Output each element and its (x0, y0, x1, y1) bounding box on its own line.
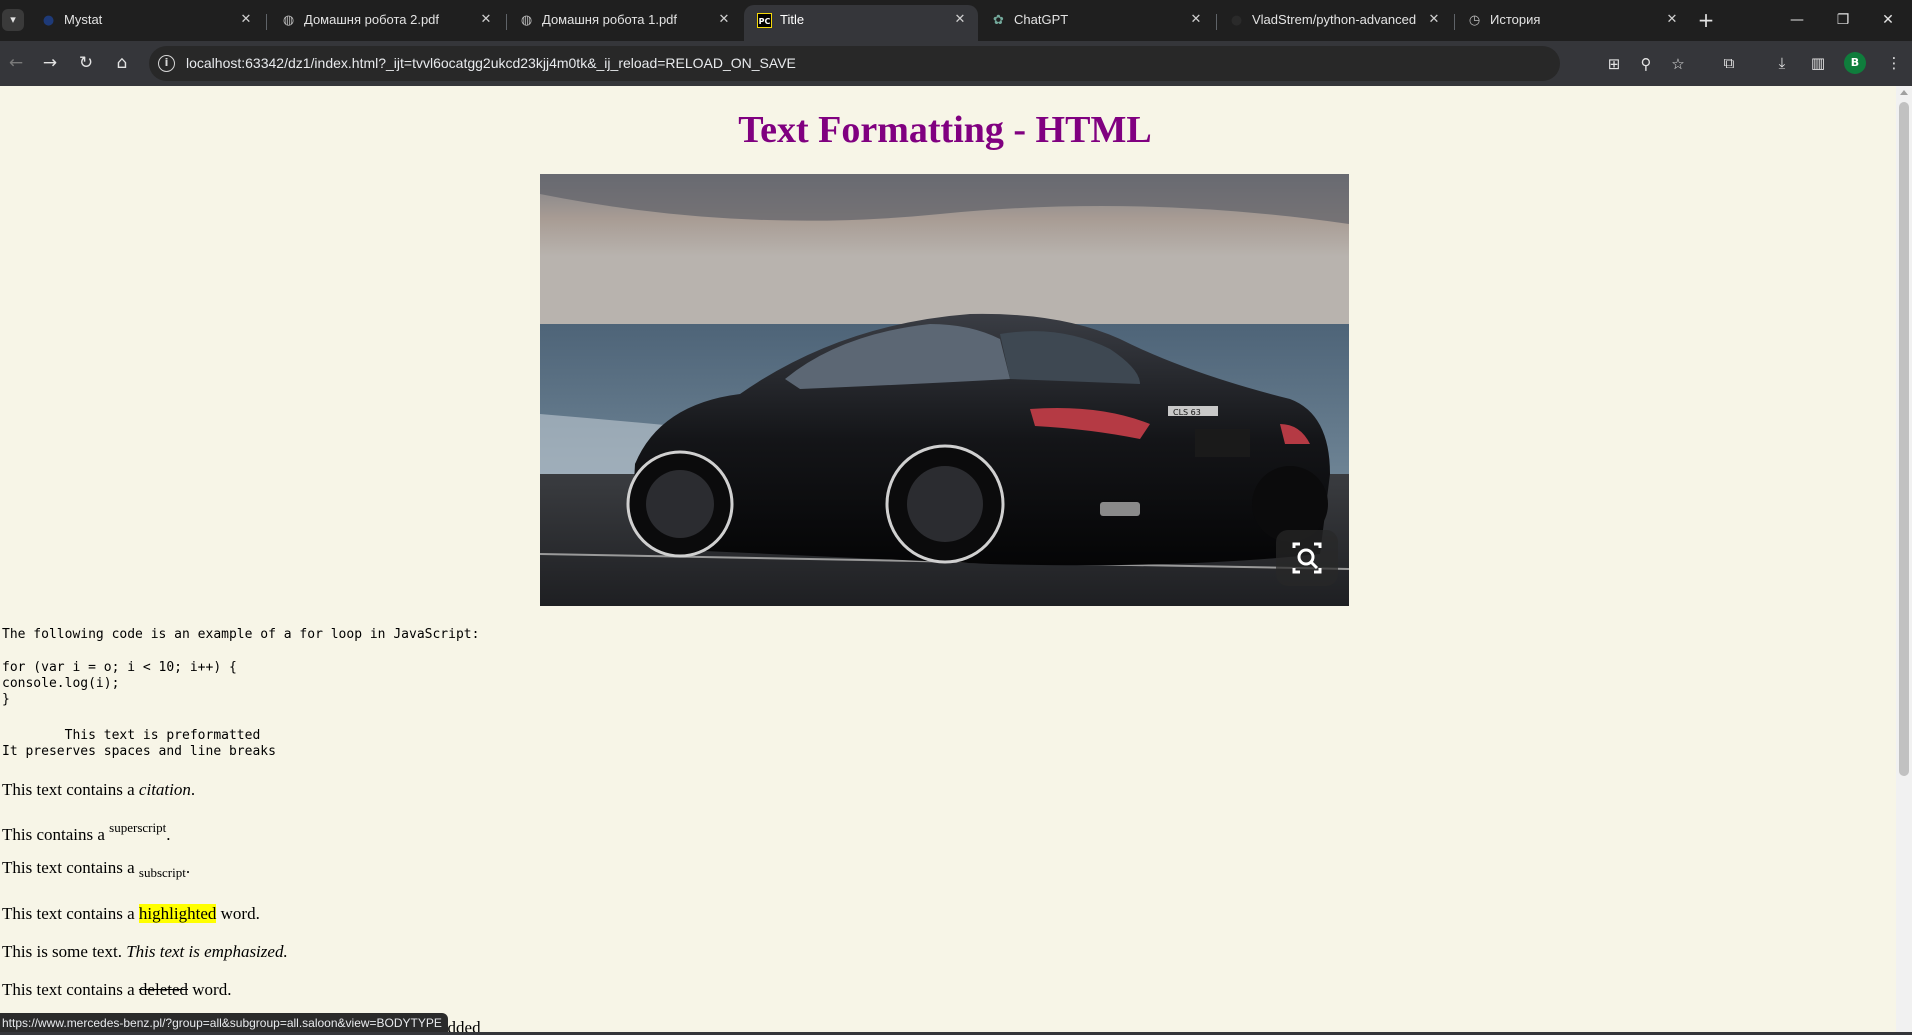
tab-separator (266, 14, 267, 30)
tab-homework-1[interactable]: ◍ Домашня робота 1.pdf ✕ (506, 5, 742, 41)
subscript-text: subscript (138, 865, 186, 880)
zoom-icon[interactable]: ⚲ (1636, 54, 1656, 74)
profile-avatar[interactable]: B (1844, 52, 1866, 74)
tab-homework-2[interactable]: ◍ Домашня робота 2.pdf ✕ (268, 5, 504, 41)
highlight-paragraph: This text contains a highlighted word. (2, 904, 260, 923)
bookmark-star-icon[interactable]: ☆ (1668, 54, 1688, 74)
tab-title: Домашня робота 1.pdf (542, 12, 678, 27)
tab-github[interactable]: ● VladStrem/python-advanced ✕ (1216, 5, 1452, 41)
emphasis-paragraph: This is some text. This text is emphasiz… (2, 942, 288, 961)
superscript-text: superscript (109, 820, 167, 835)
minimize-button[interactable]: — (1777, 6, 1817, 34)
code-block: for (var i = o; i < 10; i++) { console.l… (2, 660, 237, 707)
code-intro-text: The following code is an example of a fo… (2, 627, 480, 642)
restore-button[interactable]: ❐ (1823, 6, 1863, 34)
restore-icon: ❐ (1836, 12, 1850, 28)
home-icon: ⌂ (116, 53, 128, 73)
tab-strip: ▾ ● Mystat ✕ ◍ Домашня робота 2.pdf ✕ ◍ … (0, 0, 1912, 41)
chatgpt-icon: ✿ (993, 13, 1004, 28)
citation-paragraph: This text contains a citation. (2, 780, 196, 799)
tab-title: VladStrem/python-advanced (1252, 12, 1417, 27)
image-search-button[interactable] (1276, 530, 1338, 586)
close-icon[interactable]: ✕ (952, 5, 968, 35)
page-scrollbar[interactable] (1896, 86, 1912, 1032)
tab-title: Домашня робота 2.pdf (304, 12, 440, 27)
tab-history[interactable]: ◷ История ✕ (1454, 5, 1690, 41)
browser-toolbar: ← → ↻ ⌂ i localhost:63342/dz1/index.html… (0, 41, 1912, 86)
tab-title: ChatGPT (1014, 12, 1069, 27)
citation-text: citation (138, 780, 191, 799)
arrow-right-icon: → (42, 53, 58, 73)
tab-title: Mystat (64, 12, 103, 27)
pycharm-icon: PC (757, 13, 772, 28)
emphasized-text: This text is emphasized. (126, 942, 288, 961)
forward-button[interactable]: → (37, 50, 63, 76)
subscript-paragraph: This text contains a subscript. (2, 858, 191, 880)
preformatted-text: This text is preformatted It preserves s… (2, 728, 276, 759)
site-info-icon[interactable]: i (158, 55, 175, 72)
extensions-icon[interactable]: ⧉ (1717, 51, 1741, 75)
close-icon[interactable]: ✕ (716, 5, 732, 35)
close-window-button[interactable]: ✕ (1868, 6, 1908, 34)
new-tab-button[interactable]: + (1694, 9, 1718, 33)
mystat-logo-icon: ● (42, 13, 55, 28)
globe-icon: ◍ (282, 13, 295, 28)
car-photo: CLS 63 (540, 174, 1349, 606)
close-icon[interactable]: ✕ (1664, 5, 1680, 35)
menu-kebab-icon[interactable]: ⋮ (1882, 51, 1906, 75)
globe-icon: ◍ (520, 13, 533, 28)
arrow-left-icon: ← (8, 53, 24, 73)
tab-search-button[interactable]: ▾ (2, 9, 24, 31)
deleted-text: deleted (138, 980, 189, 999)
link-status-bubble: https://www.mercedes-benz.pl/?group=all&… (0, 1013, 448, 1033)
tab-title-active[interactable]: PC Title ✕ (744, 5, 978, 41)
reload-icon: ↻ (78, 53, 94, 73)
page-title: Text Formatting - HTML (738, 109, 1152, 151)
side-panel-icon[interactable]: ▥ (1806, 51, 1830, 75)
translate-icon[interactable]: ⊞ (1604, 54, 1624, 74)
tab-title: Title (780, 12, 805, 27)
tab-mystat[interactable]: ● Mystat ✕ (28, 5, 264, 41)
lens-search-icon (1292, 542, 1322, 574)
download-icon[interactable]: ⤓ (1770, 51, 1794, 75)
github-icon: ● (1230, 13, 1243, 28)
address-bar[interactable]: i localhost:63342/dz1/index.html?_ijt=tv… (149, 46, 1685, 81)
deleted-paragraph: This text contains a deleted word. (2, 980, 232, 999)
highlighted-text: highlighted (138, 904, 217, 923)
close-icon: ✕ (1882, 12, 1894, 28)
close-icon[interactable]: ✕ (238, 5, 254, 35)
chevron-down-icon: ▾ (10, 13, 16, 26)
scroll-up-arrow-icon[interactable] (1900, 90, 1908, 95)
page-viewport: Text Formatting - HTML CLS 63 The follow… (0, 86, 1896, 1032)
back-button[interactable]: ← (3, 50, 29, 76)
minimize-icon: — (1790, 12, 1804, 28)
reload-button[interactable]: ↻ (73, 50, 99, 76)
history-icon: ◷ (1468, 13, 1481, 28)
close-icon[interactable]: ✕ (1426, 5, 1442, 35)
scrollbar-thumb[interactable] (1899, 102, 1909, 776)
car-photo-link[interactable]: CLS 63 (540, 174, 1349, 606)
car-badge-text: CLS 63 (1173, 408, 1201, 417)
home-button[interactable]: ⌂ (109, 50, 135, 76)
close-icon[interactable]: ✕ (478, 5, 494, 35)
superscript-paragraph: This contains a superscript. (2, 820, 171, 844)
tab-title: История (1490, 12, 1541, 27)
tab-chatgpt[interactable]: ✿ ChatGPT ✕ (978, 5, 1214, 41)
close-icon[interactable]: ✕ (1188, 5, 1204, 35)
url-text[interactable]: localhost:63342/dz1/index.html?_ijt=tvvl… (186, 46, 796, 81)
